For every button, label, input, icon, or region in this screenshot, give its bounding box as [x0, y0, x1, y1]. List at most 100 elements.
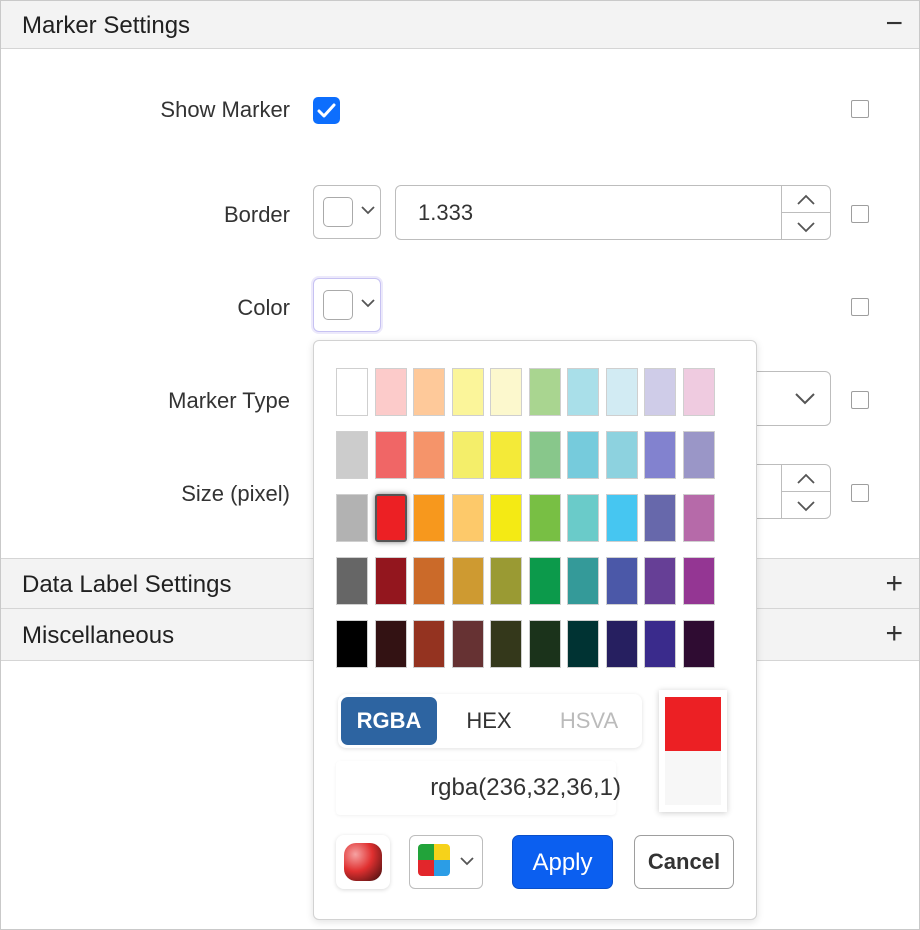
collapse-icon[interactable]: −	[885, 9, 903, 39]
palette-tile[interactable]	[336, 557, 368, 605]
palette-tile[interactable]	[606, 557, 638, 605]
palette-tile[interactable]	[644, 557, 676, 605]
palette-tile[interactable]	[452, 431, 484, 479]
check-icon	[317, 103, 336, 118]
previous-color-preview	[665, 751, 721, 805]
palette-tile[interactable]	[606, 368, 638, 416]
tab-hsva: HSVA	[559, 708, 619, 733]
marker-color-button[interactable]	[313, 278, 381, 332]
palette-tile[interactable]	[336, 494, 368, 542]
palette-tile[interactable]	[375, 431, 407, 479]
palette-tile[interactable]	[606, 620, 638, 668]
color-value-input[interactable]: rgba(236,32,36,1)	[336, 761, 621, 815]
palette-tile[interactable]	[452, 557, 484, 605]
palette-tile[interactable]	[606, 494, 638, 542]
palette-tile[interactable]	[375, 368, 407, 416]
palette-tile[interactable]	[529, 620, 561, 668]
palette-tile[interactable]	[452, 620, 484, 668]
marker-type-apply-checkbox[interactable]	[851, 391, 869, 409]
chevron-down-icon	[361, 206, 375, 215]
border-label: Border	[223, 202, 290, 227]
miscellaneous-title: Miscellaneous	[22, 622, 175, 649]
border-color-button[interactable]	[313, 185, 381, 239]
border-width-input[interactable]: 1.333	[395, 185, 831, 240]
size-label: Size (pixel)	[181, 481, 290, 506]
palette-tile[interactable]	[683, 620, 715, 668]
palette-tile[interactable]	[567, 368, 599, 416]
palette-tile[interactable]	[529, 494, 561, 542]
expand-icon[interactable]: +	[885, 619, 903, 649]
show-marker-label: Show Marker	[160, 97, 290, 122]
chevron-down-icon	[795, 393, 815, 405]
gradient-picker-icon	[344, 843, 382, 881]
palette-tile[interactable]	[683, 368, 715, 416]
palette-tile[interactable]	[644, 494, 676, 542]
tab-hex[interactable]: HEX	[441, 697, 537, 745]
data-label-settings-title: Data Label Settings	[22, 571, 232, 598]
color-apply-checkbox[interactable]	[851, 298, 869, 316]
expand-icon[interactable]: +	[885, 569, 903, 599]
color-preview	[659, 690, 727, 812]
palette-tile[interactable]	[490, 620, 522, 668]
palette-tile[interactable]	[336, 368, 368, 416]
show-marker-checkbox[interactable]	[313, 97, 340, 124]
palette-mode-dropdown[interactable]	[409, 835, 483, 889]
chevron-down-icon	[361, 299, 375, 308]
palette-tile[interactable]	[644, 620, 676, 668]
tab-rgba[interactable]: RGBA	[341, 697, 437, 745]
palette-tile[interactable]	[683, 431, 715, 479]
border-width-value: 1.333	[418, 200, 474, 225]
palette-tile[interactable]	[644, 368, 676, 416]
palette-tile[interactable]	[413, 494, 445, 542]
size-spinner	[781, 465, 830, 518]
palette-tile[interactable]	[490, 431, 522, 479]
palette-tile[interactable]	[490, 494, 522, 542]
border-apply-checkbox[interactable]	[851, 205, 869, 223]
chevron-down-icon	[460, 857, 474, 866]
palette-tile[interactable]	[375, 620, 407, 668]
spin-up-button[interactable]	[782, 186, 830, 213]
palette-icon	[418, 844, 450, 876]
palette-tile[interactable]	[413, 368, 445, 416]
spin-down-button[interactable]	[782, 492, 830, 519]
palette-tile[interactable]	[683, 557, 715, 605]
palette-tile[interactable]	[336, 431, 368, 479]
palette-tile[interactable]	[529, 557, 561, 605]
palette-tile-selected[interactable]	[375, 494, 407, 542]
palette-tile[interactable]	[490, 557, 522, 605]
palette-tile[interactable]	[567, 557, 599, 605]
size-apply-checkbox[interactable]	[851, 484, 869, 502]
palette-tile[interactable]	[490, 368, 522, 416]
palette-tile[interactable]	[413, 431, 445, 479]
palette-tile[interactable]	[529, 431, 561, 479]
palette-tile[interactable]	[683, 494, 715, 542]
palette-tile[interactable]	[375, 557, 407, 605]
palette-tile[interactable]	[529, 368, 561, 416]
palette-tile[interactable]	[413, 557, 445, 605]
show-marker-apply-checkbox[interactable]	[851, 100, 869, 118]
palette-tile[interactable]	[413, 620, 445, 668]
picker-mode-button[interactable]	[336, 835, 390, 889]
chevron-down-icon	[797, 221, 815, 232]
spin-up-button[interactable]	[782, 465, 830, 492]
palette-tile[interactable]	[606, 431, 638, 479]
palette-tile[interactable]	[644, 431, 676, 479]
chevron-down-icon	[797, 500, 815, 511]
apply-button[interactable]: Apply	[512, 835, 613, 889]
marker-settings-title: Marker Settings	[22, 12, 191, 39]
palette-tile[interactable]	[567, 494, 599, 542]
marker-type-label: Marker Type	[168, 388, 290, 413]
palette-tile[interactable]	[567, 431, 599, 479]
border-width-spinner	[781, 186, 830, 239]
palette-tile[interactable]	[452, 494, 484, 542]
marker-color-swatch	[323, 290, 353, 320]
color-picker-popup: RGBA HEX HSVA rgba(236,32,36,1) Apply Ca…	[313, 340, 757, 920]
cancel-button[interactable]: Cancel	[634, 835, 734, 889]
color-label: Color	[237, 295, 290, 320]
spin-down-button[interactable]	[782, 213, 830, 240]
palette-tile[interactable]	[567, 620, 599, 668]
palette-tile[interactable]	[336, 620, 368, 668]
marker-settings-header[interactable]: Marker Settings −	[1, 1, 919, 49]
palette-tile[interactable]	[452, 368, 484, 416]
chevron-up-icon	[797, 473, 815, 484]
